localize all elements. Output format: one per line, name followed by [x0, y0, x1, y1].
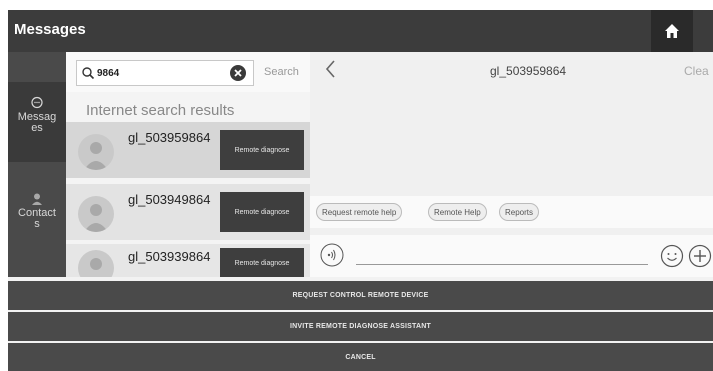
request-control-button[interactable]: REQUEST CONTROL REMOTE DEVICE [8, 281, 713, 310]
avatar [78, 134, 114, 170]
remote-diagnose-button[interactable]: Remote diagnose [220, 130, 304, 170]
remote-help-chip[interactable]: Remote Help [428, 203, 487, 221]
result-row[interactable]: gl_503939864 Remote diagnose [66, 244, 310, 277]
clear-circle-icon [230, 65, 246, 81]
results-heading: Internet search results [86, 102, 235, 119]
app-window: Messages Messages Contacts 9864 Search I… [8, 10, 713, 371]
plus-circle-icon [688, 244, 712, 268]
search-results-panel: Search Internet search results gl_503959… [66, 52, 310, 277]
result-name: gl_503959864 [128, 130, 211, 145]
message-input-bar [310, 235, 713, 277]
result-name: gl_503949864 [128, 192, 211, 207]
chat-bubble-icon [31, 96, 43, 109]
cancel-button[interactable]: CANCEL [8, 343, 713, 371]
request-remote-help-chip[interactable]: Request remote help [316, 203, 403, 221]
invite-assistant-button[interactable]: INVITE REMOTE DIAGNOSE ASSISTANT [8, 312, 713, 341]
avatar [78, 196, 114, 232]
search-box [76, 60, 254, 86]
voice-icon [320, 243, 344, 267]
person-icon [32, 193, 42, 205]
result-row[interactable]: gl_503949864 Remote diagnose [66, 184, 310, 240]
nav-label-contacts: Contacts [18, 207, 56, 230]
person-icon [84, 142, 108, 170]
remote-diagnose-button[interactable]: Remote diagnose [220, 248, 304, 277]
nav-item-messages[interactable]: Messages [8, 82, 66, 162]
attach-button[interactable] [688, 244, 712, 273]
clear-chat-button[interactable]: Clea [684, 64, 709, 78]
avatar [78, 250, 114, 277]
result-name: gl_503939864 [128, 249, 211, 264]
search-input[interactable] [97, 65, 217, 81]
home-button[interactable] [651, 10, 693, 52]
home-icon [665, 24, 679, 38]
chat-header: gl_503959864 Clea [310, 52, 713, 92]
side-nav: Messages Contacts [8, 52, 66, 277]
nav-item-contacts[interactable]: Contacts [8, 192, 66, 230]
quick-actions-bar: Request remote help Remote Help Reports [310, 196, 713, 228]
emoji-button[interactable] [660, 244, 684, 273]
clear-search-button[interactable] [229, 64, 247, 82]
title-bar: Messages [8, 10, 713, 52]
chat-panel: gl_503959864 Clea Request remote help Re… [310, 52, 713, 277]
search-button[interactable]: Search [264, 66, 299, 78]
remote-diagnose-button[interactable]: Remote diagnose [220, 192, 304, 232]
chat-title: gl_503959864 [490, 64, 567, 78]
result-row[interactable]: gl_503959864 Remote diagnose [66, 122, 310, 178]
back-button[interactable] [324, 58, 338, 85]
message-input[interactable] [356, 245, 648, 265]
page-title: Messages [14, 21, 86, 38]
search-bar: Search [66, 52, 310, 92]
smiley-icon [660, 244, 684, 268]
person-icon [84, 204, 108, 232]
chevron-left-icon [325, 60, 335, 78]
reports-chip[interactable]: Reports [499, 203, 540, 221]
voice-button[interactable] [320, 243, 344, 272]
search-icon [81, 66, 95, 85]
nav-label-messages: Messages [17, 111, 57, 134]
person-icon [90, 258, 102, 270]
